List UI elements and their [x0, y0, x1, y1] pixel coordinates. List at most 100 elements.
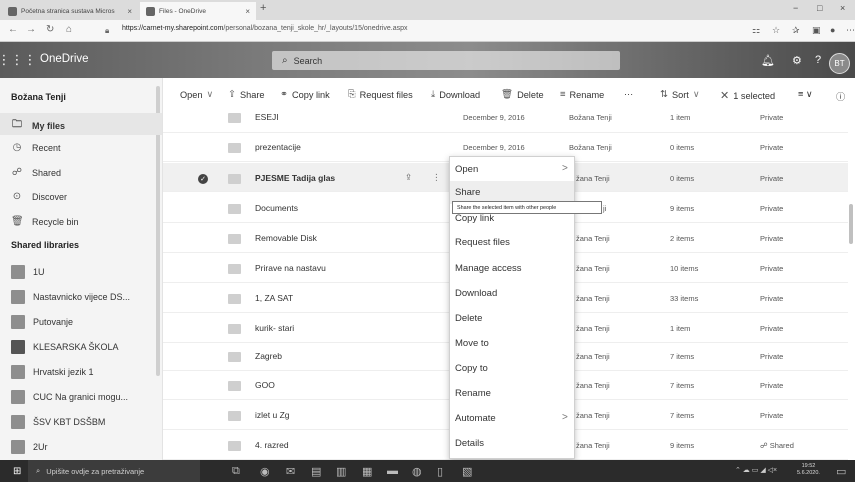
tab-close-icon[interactable]: ×: [245, 7, 250, 16]
rename-icon: ≡: [560, 89, 566, 100]
nav-item-discover[interactable]: ⊙ Discover: [11, 191, 67, 202]
library-item[interactable]: Nastavnicko vijece DS...: [11, 290, 130, 304]
sort-button[interactable]: ⇅ Sort ∨: [660, 89, 700, 100]
menu-item-delete[interactable]: Delete: [455, 313, 482, 324]
menu-item-move-to[interactable]: Move to: [455, 338, 489, 349]
file-name[interactable]: 4. razred: [255, 440, 289, 450]
menu-item-request-files[interactable]: Request files: [455, 237, 510, 248]
collections-icon[interactable]: ▣: [812, 25, 821, 36]
help-icon[interactable]: ?: [815, 54, 821, 66]
windows-start-icon[interactable]: ⊞: [13, 466, 21, 477]
powerpoint-icon[interactable]: ◍: [412, 465, 422, 478]
menu-item-share[interactable]: Share: [455, 187, 480, 198]
menu-item-copy-link[interactable]: Copy link: [455, 213, 494, 224]
menu-item-rename[interactable]: Rename: [455, 388, 491, 399]
menu-item-open[interactable]: Open: [455, 164, 478, 175]
mail-icon[interactable]: ✉: [286, 465, 295, 478]
library-item[interactable]: Hrvatski jezik 1: [11, 365, 94, 379]
more-icon[interactable]: ⋯: [846, 25, 855, 36]
nav-item-shared[interactable]: ☍ Shared: [11, 167, 61, 178]
file-name[interactable]: Zagreb: [255, 351, 282, 361]
file-modified-by: žana Tenji: [576, 234, 610, 243]
library-item[interactable]: ŠSV KBT DSŠBM: [11, 415, 105, 429]
edge-browser-icon[interactable]: ◉: [260, 465, 270, 478]
store-icon[interactable]: ▤: [311, 465, 321, 478]
more-commands-button[interactable]: ···: [624, 89, 633, 99]
library-item[interactable]: 2Ur: [11, 440, 48, 454]
menu-item-manage-access[interactable]: Manage access: [455, 263, 522, 274]
file-name[interactable]: Prirave na nastavu: [255, 263, 326, 273]
library-item[interactable]: Putovanje: [11, 315, 73, 329]
nav-item-recycle-bin[interactable]: 🗑︎ Recycle bin: [11, 216, 79, 227]
view-options-button[interactable]: ≡ ∨: [798, 89, 813, 100]
forward-icon[interactable]: →: [26, 24, 36, 35]
maximize-button[interactable]: □: [817, 3, 822, 13]
system-tray[interactable]: ⌃ ☁ ▭ ◢ ◁×: [735, 466, 777, 474]
file-name[interactable]: Documents: [255, 203, 298, 213]
tab-close-icon[interactable]: ×: [127, 7, 132, 16]
menu-item-download[interactable]: Download: [455, 288, 497, 299]
app-icon[interactable]: ▯: [437, 465, 443, 478]
nav-item-recent[interactable]: ◷ Recent: [11, 142, 61, 153]
menu-item-copy-to[interactable]: Copy to: [455, 363, 488, 374]
reader-mode-icon[interactable]: ⚏: [752, 25, 760, 36]
library-icon: [11, 440, 25, 454]
notifications-icon[interactable]: 🔔︎: [761, 54, 775, 67]
file-name[interactable]: kurik- stari: [255, 323, 294, 333]
onenote-icon[interactable]: ▧: [462, 465, 472, 478]
file-name[interactable]: Removable Disk: [255, 233, 317, 243]
delete-button[interactable]: 🗑︎ Delete: [501, 89, 544, 100]
open-button[interactable]: Open ∨: [180, 89, 213, 100]
folder-icon: [228, 294, 241, 304]
task-view-icon[interactable]: ⧉: [232, 465, 240, 478]
search-input[interactable]: ⌕ Search: [272, 51, 620, 70]
minimize-button[interactable]: −: [793, 3, 798, 13]
library-item[interactable]: KLESARSKA ŠKOLA: [11, 340, 119, 354]
back-icon[interactable]: ←: [8, 24, 18, 35]
app-name[interactable]: OneDrive: [40, 53, 89, 65]
file-name[interactable]: 1, ZA SAT: [255, 293, 293, 303]
excel-icon[interactable]: ▦: [362, 465, 372, 478]
clear-selection-icon[interactable]: ✕: [720, 89, 729, 102]
copy-link-button[interactable]: ⚭ Copy link: [280, 89, 330, 100]
share-icon[interactable]: ⇪: [405, 172, 412, 183]
file-name[interactable]: PJESME Tadija glas: [255, 173, 335, 183]
file-name[interactable]: GOO: [255, 380, 275, 390]
file-sharing: Private: [760, 143, 784, 152]
file-name[interactable]: prezentacije: [255, 142, 301, 152]
refresh-icon[interactable]: ↻: [46, 24, 54, 35]
browser-tab-active[interactable]: Files - OneDrive ×: [140, 2, 256, 20]
file-explorer-icon[interactable]: ▬: [387, 465, 398, 477]
more-actions-icon[interactable]: ⋮: [432, 172, 441, 183]
settings-gear-icon[interactable]: ⚙: [792, 54, 802, 67]
library-item[interactable]: 1U: [11, 265, 45, 279]
nav-item-my-files[interactable]: 🗀 My files: [11, 117, 65, 134]
notification-center-icon[interactable]: ▭: [836, 465, 846, 478]
file-name[interactable]: izlet u Zg: [255, 410, 290, 420]
library-item[interactable]: CUC Na granici mogu...: [11, 390, 128, 404]
menu-item-automate[interactable]: Automate: [455, 413, 496, 424]
info-icon[interactable]: ⓘ: [836, 89, 845, 103]
browser-tab[interactable]: Početna stranica sustava Micros ×: [2, 2, 138, 20]
file-name[interactable]: ESEJI: [255, 112, 279, 122]
rename-button[interactable]: ≡ Rename: [560, 89, 604, 100]
url-field[interactable]: https://carnet-my.sharepoint.com/persona…: [122, 25, 408, 32]
menu-item-details[interactable]: Details: [455, 438, 484, 449]
favorite-star-icon[interactable]: ☆: [772, 25, 780, 36]
checkmark-icon[interactable]: ✓: [198, 174, 208, 184]
download-button[interactable]: ⤓ Download: [431, 89, 480, 100]
selection-count[interactable]: ✕ 1 selected: [720, 89, 775, 102]
new-tab-button[interactable]: +: [260, 2, 266, 14]
clock[interactable]: 19:52 5.6.2020.: [797, 463, 820, 477]
home-icon[interactable]: ⌂: [66, 24, 72, 35]
profile-icon[interactable]: ●: [830, 25, 835, 35]
app-launcher-icon[interactable]: ⋮⋮⋮: [0, 42, 37, 78]
taskbar-search-input[interactable]: ⌕ Upišite ovdje za pretraživanje: [28, 460, 200, 482]
favorites-bar-icon[interactable]: ✰: [792, 25, 800, 36]
main-scrollbar[interactable]: [849, 204, 853, 244]
avatar[interactable]: BT: [829, 53, 850, 74]
word-icon[interactable]: ▥: [336, 465, 346, 478]
request-files-button[interactable]: ⎘ Request files: [348, 89, 413, 100]
close-window-button[interactable]: ×: [840, 3, 845, 13]
share-button[interactable]: ⇪ Share: [228, 89, 265, 100]
